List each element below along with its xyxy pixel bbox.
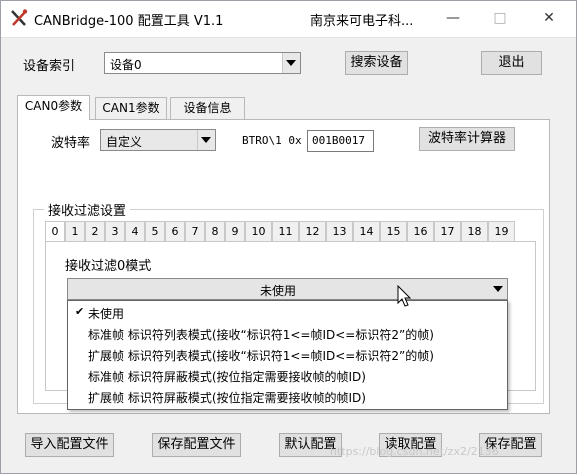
- filter-tab-0[interactable]: 0: [45, 221, 65, 241]
- checkmark-icon: ✔: [75, 305, 85, 318]
- filter-tab-5[interactable]: 5: [145, 221, 165, 241]
- search-device-button[interactable]: 搜索设备: [345, 51, 408, 75]
- dropdown-option-label: 扩展帧 标识符屏蔽模式(按位指定需要接收帧的帧ID): [88, 391, 366, 405]
- filter-tab-9[interactable]: 9: [225, 221, 245, 241]
- btr-value-input[interactable]: 001B0017: [307, 130, 374, 152]
- filter-tab-14[interactable]: 14: [353, 221, 380, 241]
- filter-tab-15[interactable]: 15: [380, 221, 407, 241]
- filter-tab-19[interactable]: 19: [488, 221, 515, 241]
- filter-group-title: 接收过滤设置: [44, 200, 131, 219]
- filter-tab-10[interactable]: 10: [245, 221, 272, 241]
- filter-tab-16[interactable]: 16: [407, 221, 434, 241]
- filter-mode-select[interactable]: 未使用: [67, 278, 508, 300]
- filter-mode-select-arrow[interactable]: [490, 279, 507, 299]
- filter-tab-18[interactable]: 18: [461, 221, 488, 241]
- tools-icon: [11, 9, 28, 26]
- dropdown-option-label: 标准帧 标识符屏蔽模式(按位指定需要接收帧的帧ID): [88, 370, 366, 384]
- filter-tab-13[interactable]: 13: [326, 221, 353, 241]
- tab-can1[interactable]: CAN1参数: [95, 97, 167, 119]
- filter-tab-7[interactable]: 7: [185, 221, 205, 241]
- window-subtitle: 南京来可电子科...: [310, 14, 414, 29]
- dropdown-option-std-mask[interactable]: 标准帧 标识符屏蔽模式(按位指定需要接收帧的帧ID): [68, 365, 507, 386]
- save-config-file-button[interactable]: 保存配置文件: [152, 433, 241, 457]
- baud-select-arrow[interactable]: [197, 130, 215, 150]
- filter-tab-2[interactable]: 2: [85, 221, 105, 241]
- device-index-label: 设备索引: [23, 59, 76, 74]
- dropdown-option-ext-mask[interactable]: 扩展帧 标识符屏蔽模式(按位指定需要接收帧的帧ID): [68, 386, 507, 407]
- baud-select[interactable]: 自定义: [100, 129, 216, 151]
- watermark: https://blog.csdn.net/zx2/2136: [330, 445, 499, 458]
- filter-tab-11[interactable]: 11: [272, 221, 299, 241]
- mouse-cursor-icon: [397, 285, 412, 307]
- baud-label: 波特率: [51, 136, 91, 151]
- filter-mode-select-value: 未使用: [260, 284, 297, 298]
- baud-calculator-button[interactable]: 波特率计算器: [419, 127, 515, 151]
- filter-tab-6[interactable]: 6: [165, 221, 185, 241]
- baud-select-value: 自定义: [106, 135, 143, 149]
- title-separator: [1, 37, 576, 38]
- exit-button[interactable]: 退出: [481, 51, 542, 75]
- tab-can0[interactable]: CAN0参数: [17, 95, 90, 120]
- dropdown-option-label: 标准帧 标识符列表模式(接收“标识符1<=帧ID<=标识符2”的帧): [88, 328, 434, 342]
- tab-device-info[interactable]: 设备信息: [170, 97, 245, 119]
- filter-mode-dropdown: ✔ 未使用 标准帧 标识符列表模式(接收“标识符1<=帧ID<=标识符2”的帧)…: [67, 300, 508, 410]
- filter-tab-4[interactable]: 4: [125, 221, 145, 241]
- chevron-down-icon: [201, 137, 211, 143]
- close-button[interactable]: ✕: [539, 8, 559, 28]
- filter-tab-12[interactable]: 12: [299, 221, 326, 241]
- chevron-down-icon: [286, 60, 296, 66]
- device-select-arrow[interactable]: [282, 53, 300, 73]
- filter-tab-8[interactable]: 8: [205, 221, 225, 241]
- minimize-button[interactable]: —: [443, 8, 463, 28]
- dropdown-option-ext-list[interactable]: 扩展帧 标识符列表模式(接收“标识符1<=帧ID<=标识符2”的帧): [68, 344, 507, 365]
- dropdown-option-label: 未使用: [88, 307, 125, 321]
- filter-tab-17[interactable]: 17: [434, 221, 461, 241]
- window-title: CANBridge-100 配置工具 V1.1: [34, 14, 224, 29]
- filter-tab-1[interactable]: 1: [65, 221, 85, 241]
- device-select[interactable]: 设备0: [104, 52, 301, 74]
- dropdown-option-std-list[interactable]: 标准帧 标识符列表模式(接收“标识符1<=帧ID<=标识符2”的帧): [68, 323, 507, 344]
- filter-mode-label: 接收过滤0模式: [65, 259, 152, 274]
- dropdown-option-unused[interactable]: ✔ 未使用: [68, 302, 507, 323]
- btr-label: BTRO\1 0x: [242, 134, 302, 147]
- chevron-down-icon: [493, 286, 503, 292]
- device-select-value: 设备0: [110, 58, 142, 72]
- maximize-button[interactable]: □: [490, 8, 510, 28]
- filter-tab-3[interactable]: 3: [105, 221, 125, 241]
- import-config-button[interactable]: 导入配置文件: [25, 433, 114, 457]
- dropdown-option-label: 扩展帧 标识符列表模式(接收“标识符1<=帧ID<=标识符2”的帧): [88, 349, 434, 363]
